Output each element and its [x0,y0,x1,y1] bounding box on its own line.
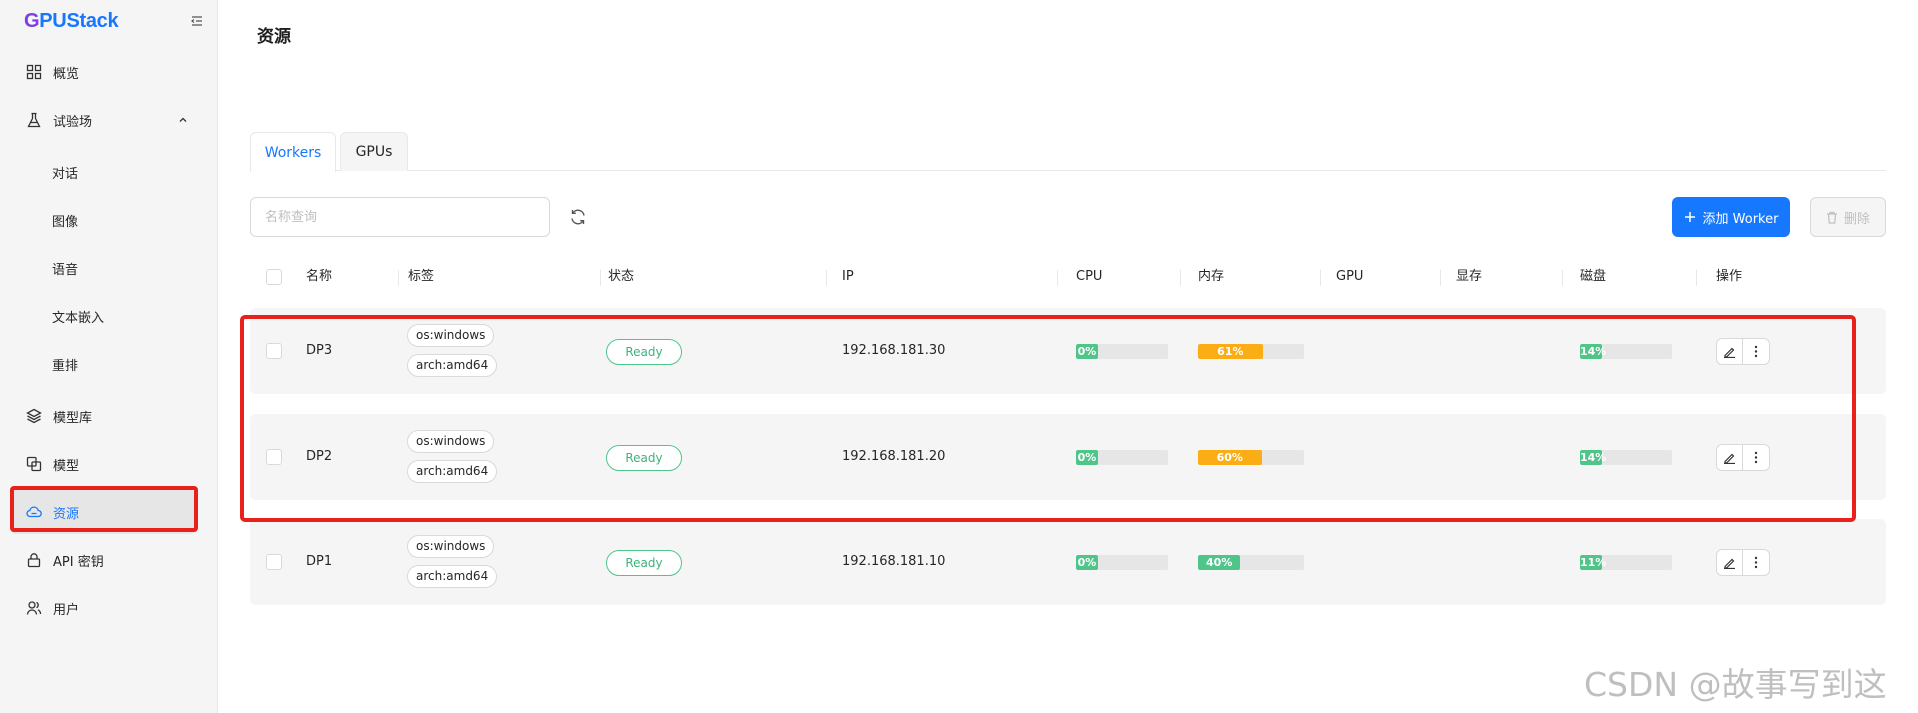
table-row[interactable]: DP1 os:windows arch:amd64 Ready 192.168.… [250,519,1886,605]
search-input[interactable] [250,197,550,237]
cpu-usage-bar: 0% [1076,555,1168,570]
sidebar-item-label: 文本嵌入 [52,310,105,326]
select-all-checkbox[interactable] [266,269,282,285]
col-gpu: GPU [1336,269,1364,284]
usage-text: 11% [1580,556,1607,569]
sidebar-item-label: 对话 [52,166,79,182]
sidebar-item-embedding[interactable]: 文本嵌入 [10,294,196,338]
sidebar-item-users[interactable]: 用户 [10,586,196,630]
sidebar-item-label: 模型库 [53,410,93,426]
col-status: 状态 [608,269,635,284]
page-title: 资源 [257,27,291,47]
sidebar-item-rerank[interactable]: 重排 [10,342,196,386]
col-ip: IP [842,269,854,284]
refresh-icon[interactable] [568,207,588,227]
column-divider [1180,270,1181,286]
sidebar-item-models[interactable]: 模型 [10,442,196,486]
sidebar-item-label: 图像 [52,214,79,230]
column-divider [1057,270,1058,286]
plus-icon [1684,212,1695,222]
users-icon [26,601,42,615]
sidebar-item-image[interactable]: 图像 [10,198,196,242]
sidebar-item-api-keys[interactable]: API 密钥 [10,538,196,582]
col-memory: 内存 [1198,269,1225,284]
gpustack-logo[interactable]: GPUStack [24,10,119,33]
sidebar-item-overview[interactable]: 概览 [10,50,196,94]
tab-workers[interactable]: Workers [250,132,336,172]
usage-text: 40% [1206,556,1233,569]
chevron-up-icon [179,117,187,122]
column-divider [1440,270,1441,286]
delete-button[interactable]: 删除 [1810,197,1886,237]
more-button[interactable] [1743,549,1770,576]
sidebar-item-label: 重排 [52,358,79,374]
edit-icon [1724,558,1735,569]
table-header: 名称 标签 状态 IP CPU 内存 GPU 显存 磁盘 操作 [250,260,1886,294]
sidebar-item-label: 用户 [53,602,80,618]
worker-name: DP1 [306,554,333,569]
memory-usage-bar: 40% [1198,555,1304,570]
column-divider [600,270,601,286]
sidebar-item-label: 语音 [52,262,79,278]
more-vertical-icon [1754,556,1758,569]
column-divider [1696,270,1697,286]
delete-label: 删除 [1843,211,1870,227]
col-vram: 显存 [1456,269,1483,284]
add-worker-button[interactable]: 添加 Worker [1672,197,1790,237]
usage-text: 0% [1077,556,1097,569]
model-icon [26,456,42,472]
col-name[interactable]: 名称 [306,260,332,294]
sidebar-item-label: API 密钥 [53,554,104,570]
flask-icon [27,112,41,128]
col-actions: 操作 [1716,269,1743,284]
column-divider [398,270,399,286]
sidebar-item-label: 概览 [53,66,80,82]
highlight-box-rows [240,315,1856,522]
column-divider [1320,270,1321,286]
col-labels: 标签 [408,269,435,284]
sidebar-item-speech[interactable]: 语音 [10,246,196,290]
highlight-box-sidebar [10,486,198,532]
tab-gpus[interactable]: GPUs [340,132,408,171]
lock-icon [27,553,41,568]
collapse-sidebar-icon[interactable] [190,14,204,28]
worker-ip: 192.168.181.10 [842,554,946,569]
label-tag: os:windows [407,535,495,558]
col-cpu: CPU [1076,269,1103,284]
trash-icon [1826,211,1837,224]
column-divider [1562,270,1563,286]
label-tag: arch:amd64 [407,565,498,588]
layers-icon [26,408,42,424]
column-divider [826,270,827,286]
col-disk: 磁盘 [1580,269,1607,284]
disk-usage-bar: 11% [1580,555,1672,570]
dashboard-icon [26,64,42,80]
sidebar-item-playground[interactable]: 试验场 [10,98,196,142]
sidebar-item-chat[interactable]: 对话 [10,150,196,194]
watermark: CSDN @故事写到这 [1584,665,1887,704]
tabs: Workers GPUs [250,132,1886,172]
row-checkbox[interactable] [266,554,282,570]
edit-button[interactable] [1716,549,1743,576]
sidebar-item-model-catalog[interactable]: 模型库 [10,394,196,438]
status-badge: Ready [606,550,682,576]
add-worker-label: 添加 Worker [1702,211,1779,227]
sidebar: GPUStack 概览 试验场 对话 图像 语音 文本嵌入 重排 模型库 模型 … [0,0,218,713]
sidebar-item-label: 模型 [53,458,80,474]
sidebar-item-label: 试验场 [53,114,93,130]
